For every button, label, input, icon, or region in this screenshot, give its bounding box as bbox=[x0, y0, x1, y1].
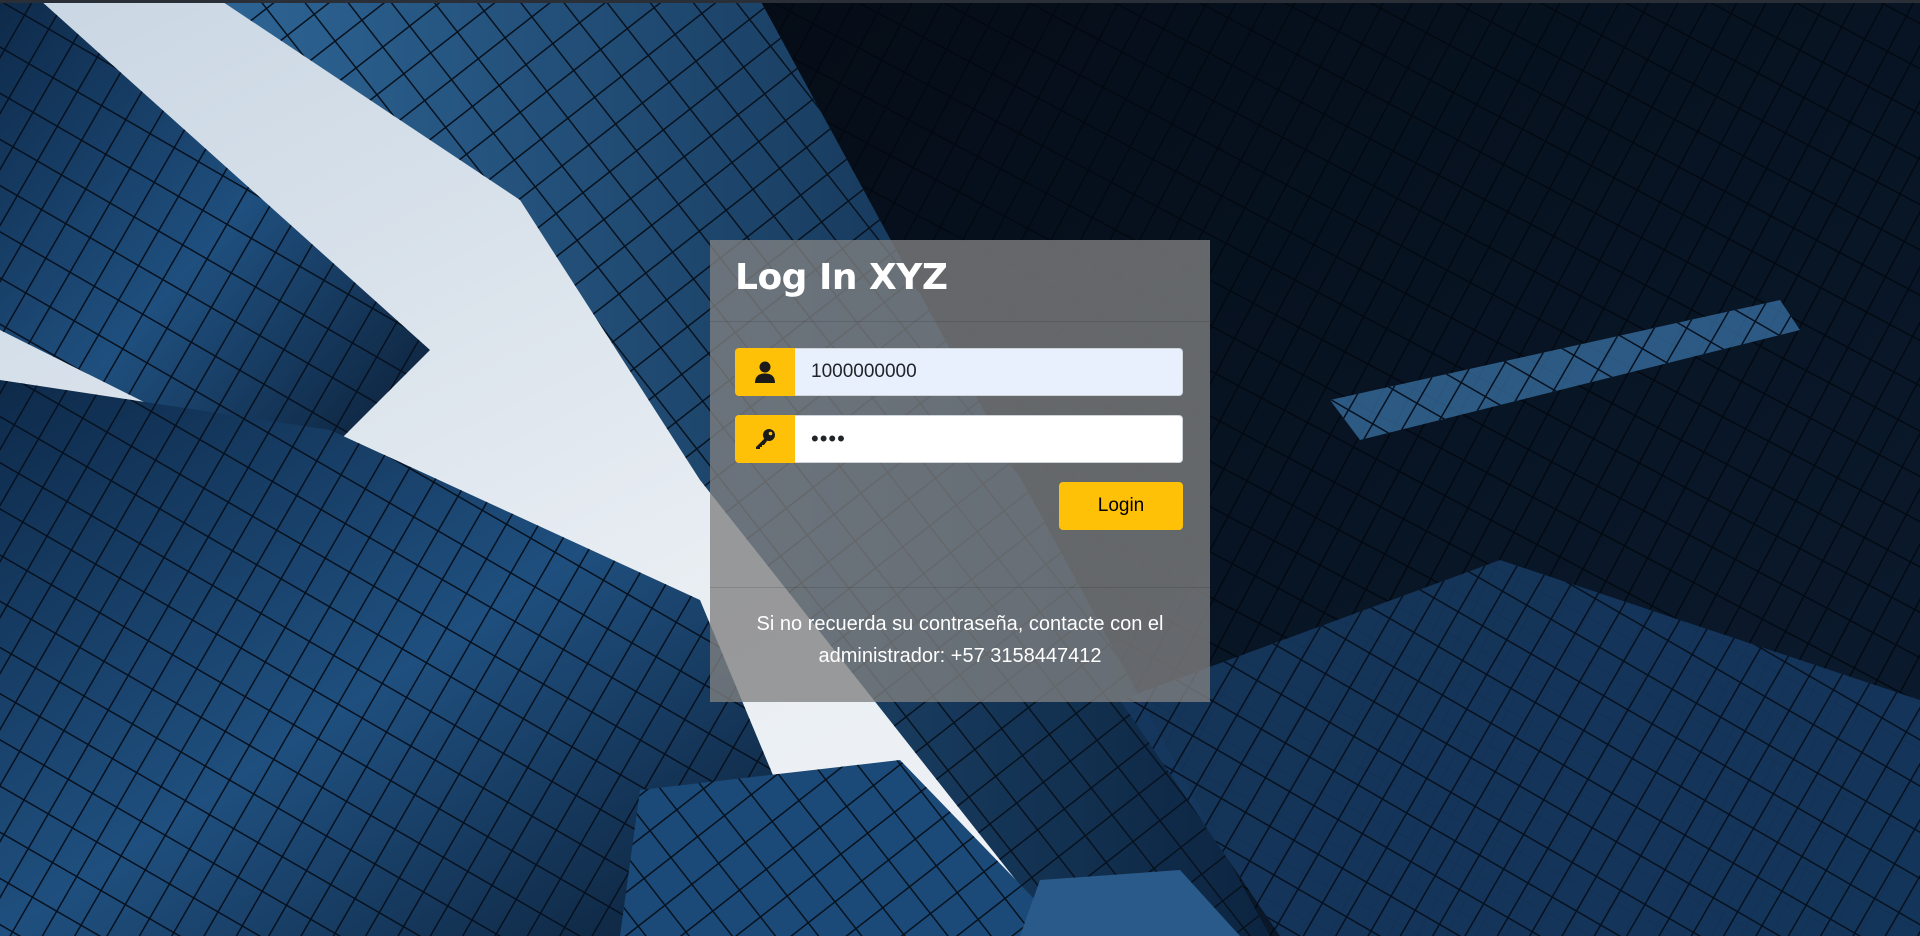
key-icon bbox=[756, 429, 775, 449]
username-input[interactable] bbox=[795, 348, 1183, 396]
window-top-border bbox=[0, 0, 1920, 3]
login-card: Log In XYZ 1000000000 •••• Login Si no r… bbox=[710, 240, 1210, 702]
password-help-text: Si no recuerda su contraseña, contacte c… bbox=[756, 613, 1164, 667]
username-addon bbox=[735, 348, 795, 396]
user-icon bbox=[755, 361, 775, 383]
password-addon bbox=[735, 415, 795, 463]
password-input[interactable] bbox=[795, 415, 1183, 463]
login-form: Login bbox=[710, 322, 1210, 588]
button-row: Login bbox=[735, 482, 1183, 530]
card-header: Log In XYZ bbox=[710, 240, 1210, 322]
card-footer: Si no recuerda su contraseña, contacte c… bbox=[710, 588, 1210, 672]
password-group bbox=[735, 415, 1183, 463]
login-button[interactable]: Login bbox=[1059, 482, 1183, 530]
login-page: Log In XYZ 1000000000 •••• Login Si no r… bbox=[0, 0, 1920, 936]
page-title: Log In XYZ bbox=[735, 257, 948, 298]
username-group bbox=[735, 348, 1183, 396]
